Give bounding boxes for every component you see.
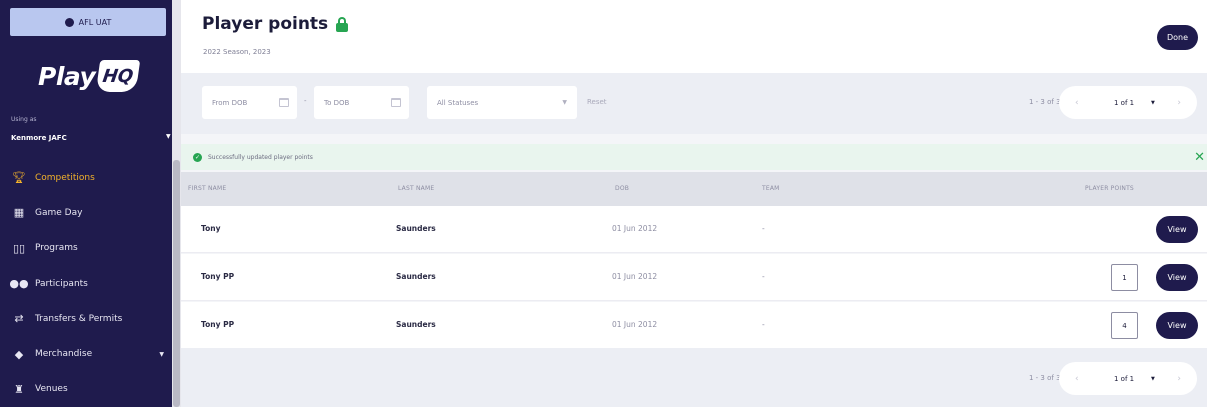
from-dob-input[interactable]: From DOB <box>202 86 297 119</box>
first-name-cell: Tony PP <box>201 320 235 329</box>
sidebar-item-programs[interactable]: ▯▯ Programs <box>0 231 172 266</box>
book-icon: ▯▯ <box>12 241 26 255</box>
sidebar-item-label: Participants <box>35 278 88 289</box>
team-cell: - <box>762 224 765 233</box>
calendar-icon[interactable] <box>391 98 401 107</box>
sidebar-item-participants[interactable]: ●● Participants <box>0 266 172 301</box>
dob-cell: 01 Jun 2012 <box>612 320 658 329</box>
using-as-label: Using as <box>11 116 37 123</box>
table-header: FIRST NAME LAST NAME DOB TEAM PLAYER POI… <box>181 172 1207 206</box>
to-dob-input[interactable]: To DOB <box>314 86 409 119</box>
dob-cell: 01 Jun 2012 <box>612 272 658 281</box>
scoreboard-icon: ▦ <box>13 206 25 220</box>
chevron-down-icon: ▼ <box>562 99 567 106</box>
sidebar-item-label: Merchandise <box>35 349 93 360</box>
player-points-input[interactable]: 4 <box>1111 312 1138 339</box>
column-team[interactable]: TEAM <box>762 185 780 192</box>
people-icon: ●● <box>9 277 29 291</box>
organisation-selector[interactable]: Kenmore JAFC <box>11 134 67 142</box>
playhq-logo[interactable]: Play HQ <box>38 58 141 94</box>
sidebar-item-merchandise[interactable]: ◆ Merchandise ▼ <box>0 336 172 371</box>
view-button[interactable]: View <box>1156 216 1198 243</box>
sidebar-item-transfers-permits[interactable]: ⇄ Transfers & Permits <box>0 301 172 336</box>
sidebar-item-label: Programs <box>35 243 78 254</box>
last-name-cell: Saunders <box>396 320 436 329</box>
sidebar-item-label: Venues <box>35 384 68 395</box>
environment-label: AFL UAT <box>78 17 112 27</box>
trophy-icon: 🏆︎ <box>12 171 26 185</box>
results-count: 1 - 3 of 3 <box>1029 98 1061 106</box>
scrollbar-thumb[interactable] <box>173 160 180 407</box>
column-player-points[interactable]: PLAYER POINTS <box>1085 185 1134 192</box>
page-title-text: Player points <box>202 14 329 34</box>
pagination-control: ‹ 1 of 1 ▼ › <box>1059 86 1197 119</box>
page-select[interactable]: 1 of 1 <box>1114 375 1134 383</box>
table-footer: 1 - 3 of 3 ‹ 1 of 1 ▼ › <box>181 348 1207 407</box>
success-message: Successfully updated player points <box>208 153 313 161</box>
column-last-name[interactable]: LAST NAME <box>398 185 434 192</box>
sidebar-scrollbar[interactable] <box>172 0 181 407</box>
close-icon[interactable]: ✕ <box>1194 150 1205 165</box>
status-select-value: All Statuses <box>437 98 479 107</box>
team-cell: - <box>762 272 765 281</box>
lock-icon <box>336 16 349 32</box>
pagination-control: ‹ 1 of 1 ▼ › <box>1059 362 1197 395</box>
last-name-cell: Saunders <box>396 224 436 233</box>
page-select[interactable]: 1 of 1 <box>1114 99 1134 107</box>
chevron-down-icon: ▼ <box>1151 375 1155 382</box>
page-header: Player points 2022 Season, 2023 Done <box>181 0 1207 73</box>
sidebar-item-label: Transfers & Permits <box>35 313 123 324</box>
first-name-cell: Tony PP <box>201 272 235 281</box>
filter-bar: From DOB - To DOB All Statuses ▼ Reset 1… <box>181 73 1207 134</box>
table-row: Tony PP Saunders 01 Jun 2012 - 1 View <box>181 254 1207 301</box>
logo-play-text: Play <box>38 61 96 91</box>
venue-icon: ♜ <box>14 382 24 396</box>
environment-badge: AFL UAT <box>10 8 166 36</box>
view-button[interactable]: View <box>1156 264 1198 291</box>
column-dob[interactable]: DOB <box>615 185 629 192</box>
view-button[interactable]: View <box>1156 312 1198 339</box>
player-points-input[interactable] <box>1111 216 1138 243</box>
calendar-icon[interactable] <box>279 98 289 107</box>
chevron-down-icon[interactable]: ▼ <box>166 133 171 140</box>
chevron-left-icon[interactable]: ‹ <box>1075 98 1079 108</box>
from-dob-placeholder: From DOB <box>212 98 248 107</box>
status-select[interactable]: All Statuses ▼ <box>427 86 577 119</box>
transfer-icon: ⇄ <box>14 312 24 326</box>
results-count: 1 - 3 of 3 <box>1029 374 1061 382</box>
last-name-cell: Saunders <box>396 272 436 281</box>
reset-link[interactable]: Reset <box>587 98 607 106</box>
sidebar-item-venues[interactable]: ♜ Venues <box>0 372 172 407</box>
merchandise-icon: ◆ <box>14 347 24 361</box>
chevron-right-icon[interactable]: › <box>1177 374 1181 384</box>
sidebar-item-competitions[interactable]: 🏆︎ Competitions <box>0 160 172 195</box>
chevron-right-icon[interactable]: › <box>1177 98 1181 108</box>
page-subtitle: 2022 Season, 2023 <box>203 48 271 56</box>
sidebar-nav: 🏆︎ Competitions ▦ Game Day ▯▯ Programs ●… <box>0 160 172 407</box>
chevron-left-icon[interactable]: ‹ <box>1075 374 1079 384</box>
environment-dot-icon <box>64 17 74 27</box>
success-banner: ✓ Successfully updated player points ✕ <box>181 144 1207 170</box>
sidebar-item-game-day[interactable]: ▦ Game Day <box>0 195 172 230</box>
column-first-name[interactable]: FIRST NAME <box>188 185 226 192</box>
logo-hq-badge: HQ <box>96 60 141 92</box>
table-row: Tony PP Saunders 01 Jun 2012 - 4 View <box>181 302 1207 349</box>
date-range-separator: - <box>304 97 307 105</box>
first-name-cell: Tony <box>201 224 221 233</box>
dob-cell: 01 Jun 2012 <box>612 224 658 233</box>
sidebar-item-label: Competitions <box>35 172 95 183</box>
player-points-input[interactable]: 1 <box>1111 264 1138 291</box>
to-dob-placeholder: To DOB <box>324 98 350 107</box>
sidebar-item-label: Game Day <box>35 207 83 218</box>
team-cell: - <box>762 320 765 329</box>
sidebar: AFL UAT Play HQ Using as Kenmore JAFC ▼ … <box>0 0 181 407</box>
chevron-down-icon: ▼ <box>1151 99 1155 106</box>
page-title: Player points <box>202 14 349 34</box>
done-button[interactable]: Done <box>1157 25 1198 50</box>
chevron-down-icon: ▼ <box>159 350 164 358</box>
table-row: Tony Saunders 01 Jun 2012 - View <box>181 206 1207 253</box>
check-circle-icon: ✓ <box>193 152 202 162</box>
